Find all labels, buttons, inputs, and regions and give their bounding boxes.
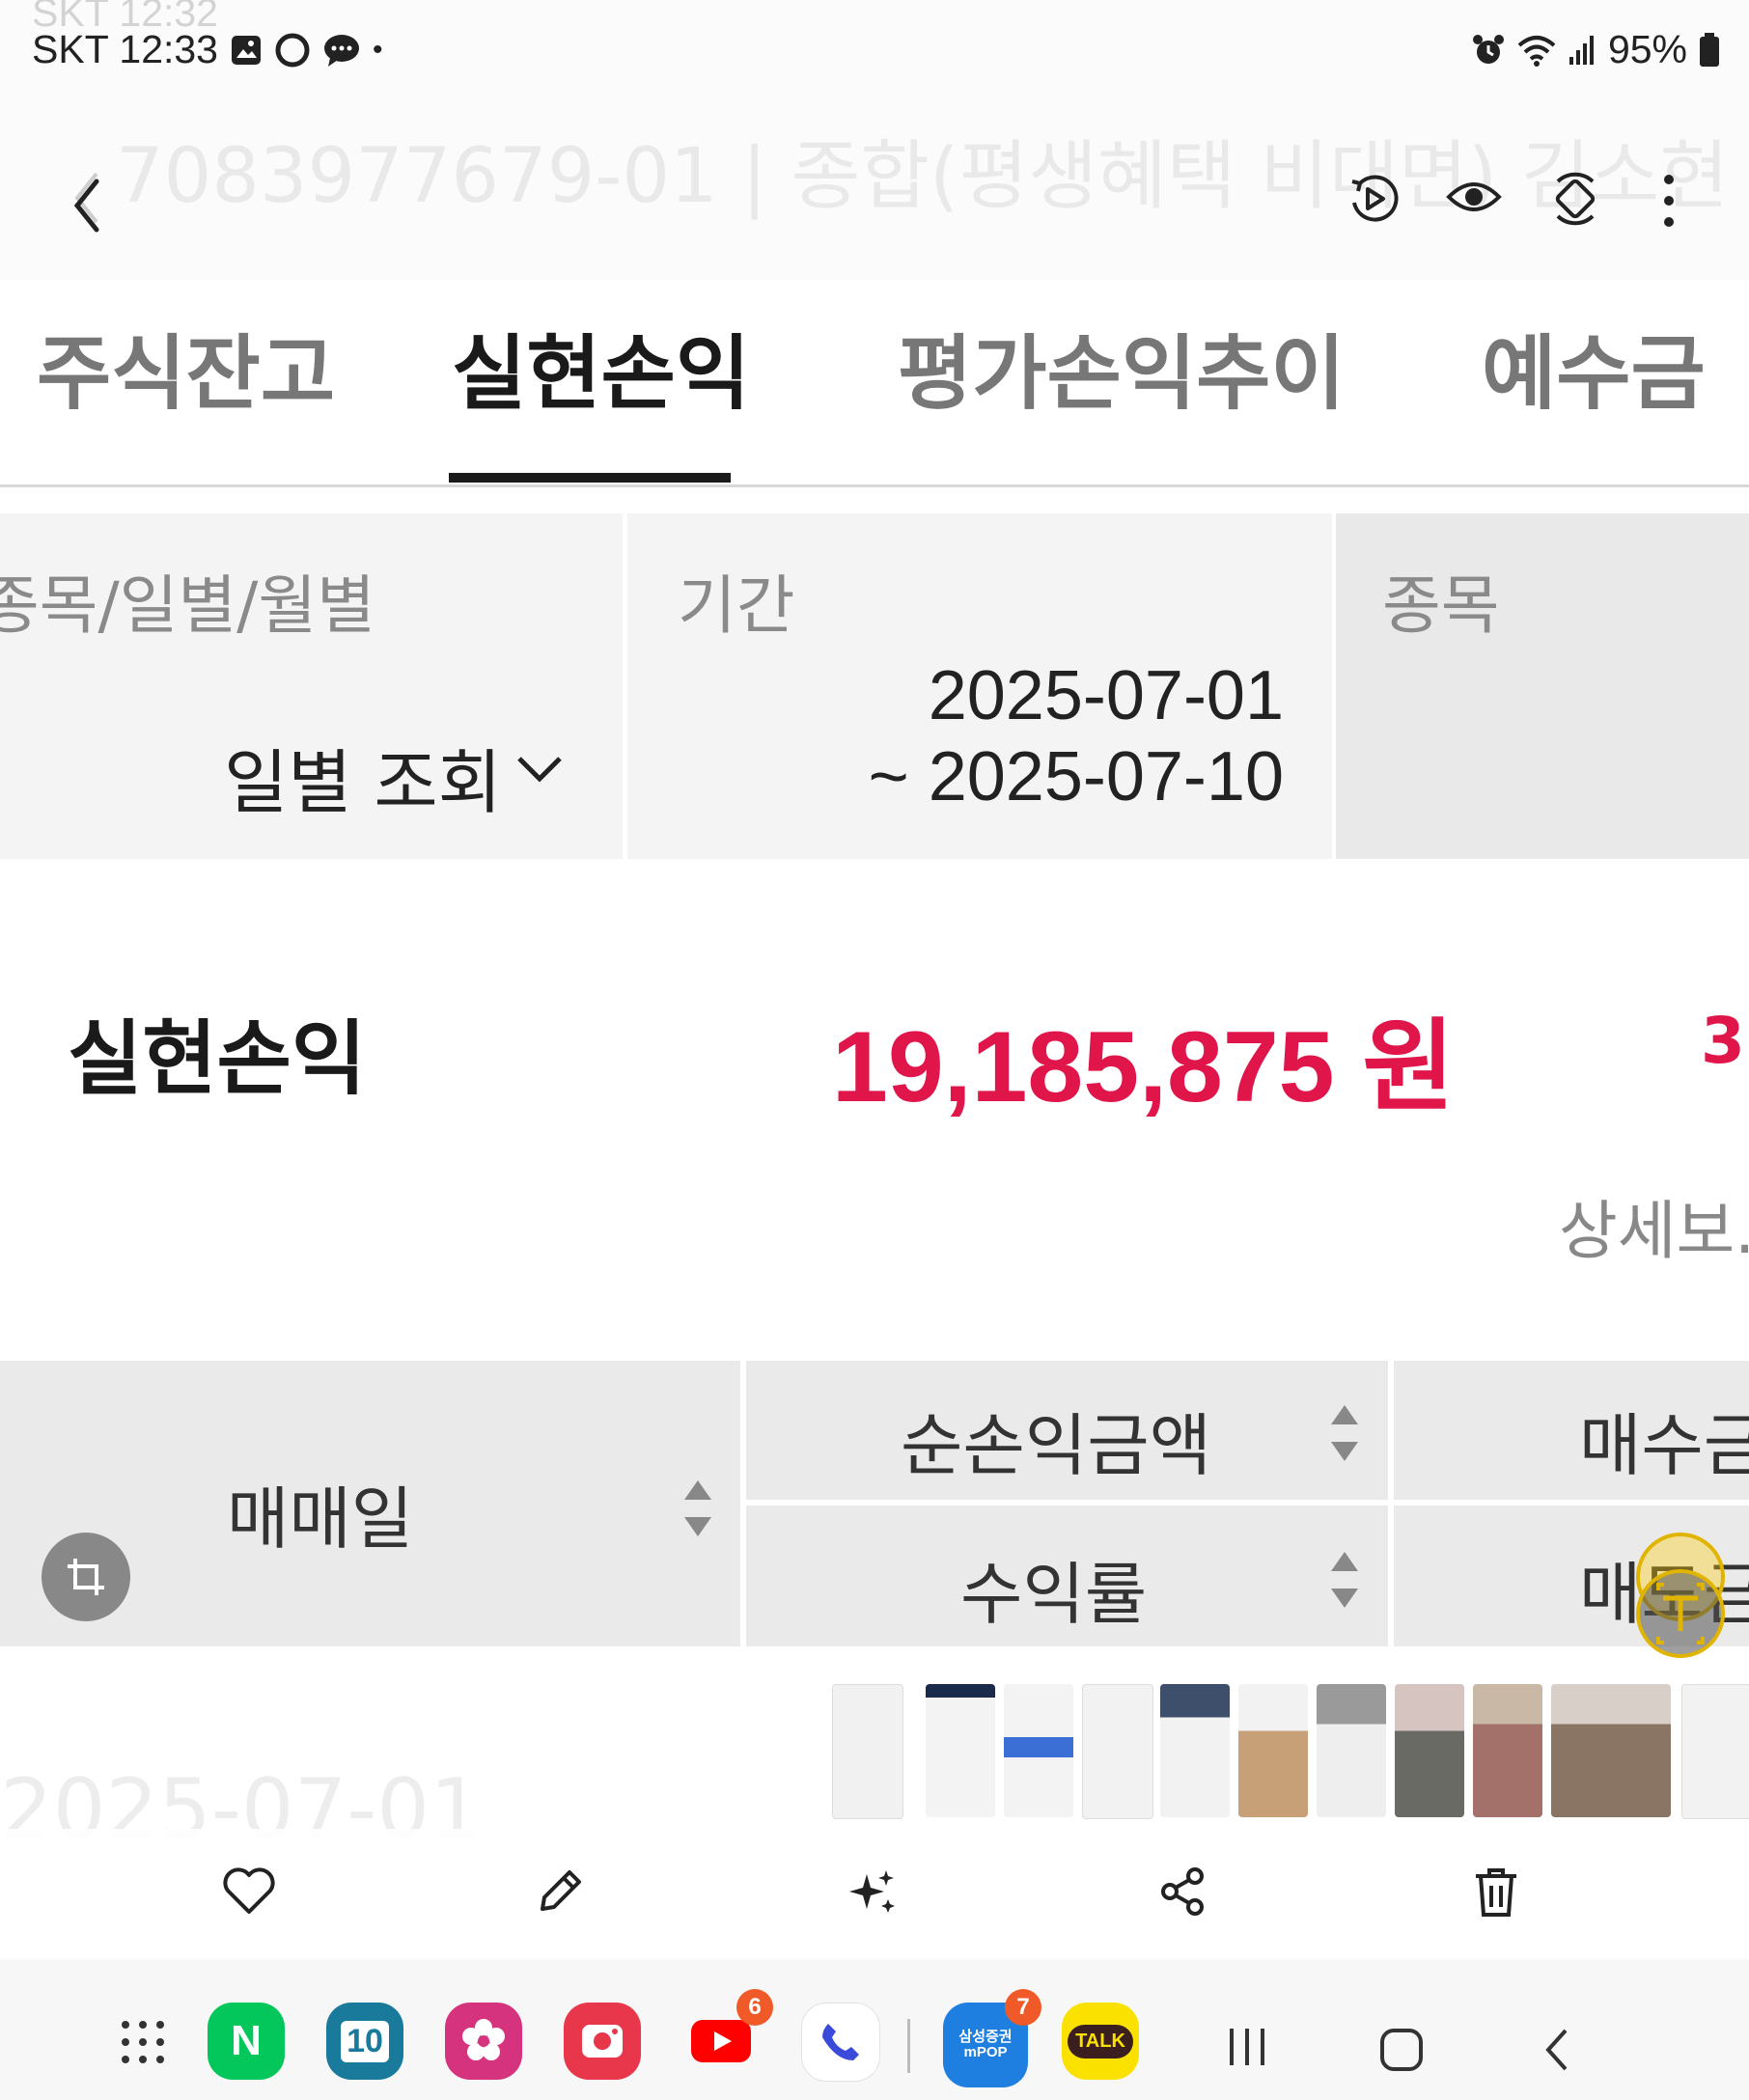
sort-icon xyxy=(684,1480,711,1536)
status-bar: SKT 12:32 SKT 12:33 • 95% xyxy=(0,0,1749,87)
tab-realized-pl[interactable]: 실현손익 xyxy=(452,309,750,426)
taskbar-dock: N 10 6 삼성증권 mPOP 7 TALK xyxy=(0,1959,1749,2100)
samsung-pop-app-icon[interactable]: 삼성증권 mPOP 7 xyxy=(943,1989,1041,2087)
kakaotalk-label: TALK xyxy=(1068,2024,1133,2059)
phone-app-icon[interactable] xyxy=(801,2003,880,2082)
favorite-button[interactable] xyxy=(210,1848,288,1935)
carrier-time: SKT 12:33 xyxy=(32,27,218,71)
edit-button[interactable] xyxy=(521,1848,598,1935)
calendar-app-label: 10 xyxy=(341,2020,389,2062)
flower-icon xyxy=(462,2019,505,2060)
gallery-thumbnail-strip[interactable] xyxy=(832,1684,1749,1829)
thumbnail[interactable] xyxy=(1681,1684,1749,1819)
phone-icon xyxy=(822,2024,859,2060)
period-start-date: 2025-07-01 xyxy=(928,657,1284,734)
thumbnail[interactable] xyxy=(1160,1684,1230,1817)
naver-app-label: N xyxy=(231,2017,262,2064)
active-tab-indicator xyxy=(449,473,731,483)
gallery-app-icon[interactable] xyxy=(445,2003,522,2080)
signal-icon xyxy=(1569,35,1594,65)
sort-icon xyxy=(1331,1405,1358,1461)
battery-icon xyxy=(1700,32,1719,67)
header-trade-date-label: 매매일 xyxy=(227,1479,414,1559)
thumbnail[interactable] xyxy=(1004,1684,1073,1817)
share-button[interactable] xyxy=(1145,1848,1222,1935)
tab-valuation-trend[interactable]: 평가손익추이 xyxy=(898,309,1346,426)
header-net-profit[interactable]: 순손익금액 xyxy=(746,1361,1388,1500)
image-icon xyxy=(232,35,261,65)
thumbnail[interactable] xyxy=(926,1684,995,1817)
more-options-icon[interactable] xyxy=(1654,172,1683,230)
thumbnail[interactable] xyxy=(1082,1684,1153,1819)
tab-deposit[interactable]: 예수금 xyxy=(1482,309,1706,426)
thumbnail-selected[interactable] xyxy=(1551,1684,1671,1817)
sparkle-icon xyxy=(849,1870,895,1913)
youtube-app-icon[interactable]: 6 xyxy=(682,1989,773,2080)
battery-percent: 95% xyxy=(1607,27,1687,71)
dock-divider xyxy=(907,2019,910,2073)
back-nav-icon[interactable] xyxy=(1541,2027,1573,2073)
trash-icon xyxy=(1476,1868,1516,1917)
header-return-rate-label: 수익률 xyxy=(960,1555,1148,1634)
app-drawer-icon[interactable] xyxy=(120,2019,166,2065)
kakaotalk-app-icon[interactable]: TALK xyxy=(1062,2003,1139,2080)
tab-stock-balance[interactable]: 주식잔고 xyxy=(37,309,335,426)
filter-type-cell[interactable]: 종목/일별/월별 일별 조회 xyxy=(0,513,623,859)
period-end-date: ~ 2025-07-10 xyxy=(868,738,1284,815)
thumbnail[interactable] xyxy=(1395,1684,1464,1817)
status-left: SKT 12:33 • xyxy=(32,27,383,72)
thumbnail[interactable] xyxy=(1473,1684,1542,1817)
header-return-rate[interactable]: 수익률 xyxy=(746,1506,1388,1646)
share-icon xyxy=(1161,1867,1204,1916)
samsung-pop-label: 삼성증권 mPOP xyxy=(958,2028,1013,2060)
status-right: 95% xyxy=(1471,27,1720,72)
filter-type-label: 종목/일별/월별 xyxy=(0,568,375,643)
youtube-icon xyxy=(691,2020,751,2062)
screen-recorder-app-icon[interactable] xyxy=(564,2003,641,2080)
back-icon[interactable] xyxy=(64,170,112,237)
detail-view-link[interactable]: 상세보. xyxy=(1559,1179,1749,1272)
ai-edit-button[interactable] xyxy=(834,1848,911,1935)
ring-icon xyxy=(275,33,310,67)
text-extract-icon[interactable] xyxy=(1618,1531,1743,1660)
thumbnail[interactable] xyxy=(1317,1684,1386,1817)
header-net-profit-label: 순손익금액 xyxy=(901,1406,1211,1485)
eye-icon[interactable] xyxy=(1446,176,1502,218)
replay-play-icon[interactable] xyxy=(1346,172,1401,226)
sort-icon xyxy=(1331,1552,1358,1608)
filter-stock-cell[interactable]: 종목 xyxy=(1336,513,1749,859)
crop-icon xyxy=(68,1559,104,1595)
filter-period-label: 기간 xyxy=(678,568,795,643)
notification-badge: 6 xyxy=(736,1989,773,2026)
filter-type-value: 일별 조회 xyxy=(224,742,502,823)
thumbnail[interactable] xyxy=(832,1684,903,1819)
heart-icon xyxy=(223,1867,275,1914)
thumbnail[interactable] xyxy=(1238,1684,1308,1817)
camera-icon xyxy=(582,2025,623,2058)
header-buy-amount[interactable]: 매수금 xyxy=(1394,1361,1749,1500)
header-buy-amount-label: 매수금 xyxy=(1579,1406,1749,1485)
delete-button[interactable] xyxy=(1458,1848,1535,1935)
notification-badge: 7 xyxy=(1005,1989,1041,2026)
wifi-icon xyxy=(1517,35,1556,67)
gallery-toolbar xyxy=(0,1829,1749,1959)
crop-button[interactable] xyxy=(42,1533,130,1621)
naver-app-icon[interactable]: N xyxy=(208,2003,285,2080)
pencil-icon xyxy=(541,1870,581,1911)
realized-pl-label: 실현손익 xyxy=(68,1011,367,1106)
tab-bar: 주식잔고 실현손익 평가손익추이 예수금 xyxy=(0,280,1749,487)
filter-period-cell[interactable]: 기간 2025-07-01 ~ 2025-07-10 xyxy=(627,513,1332,859)
calendar-app-icon[interactable]: 10 xyxy=(326,2003,403,2080)
home-icon[interactable] xyxy=(1378,2027,1425,2073)
realized-pl-value: 19,185,875 원 xyxy=(832,1011,1456,1123)
rotate-screen-icon[interactable] xyxy=(1548,172,1602,226)
app-bar: 7083977679-01 | 종합(평생혜택 비대면) 김소현 xyxy=(0,87,1749,280)
alarm-icon xyxy=(1472,34,1504,64)
dot-icon: • xyxy=(373,33,383,66)
filter-stock-label: 종목 xyxy=(1382,568,1500,643)
chat-icon xyxy=(324,34,359,67)
realized-pl-rate: 3. xyxy=(1701,1004,1749,1078)
recent-apps-icon[interactable] xyxy=(1226,2027,1268,2067)
chevron-down-icon xyxy=(517,757,562,783)
